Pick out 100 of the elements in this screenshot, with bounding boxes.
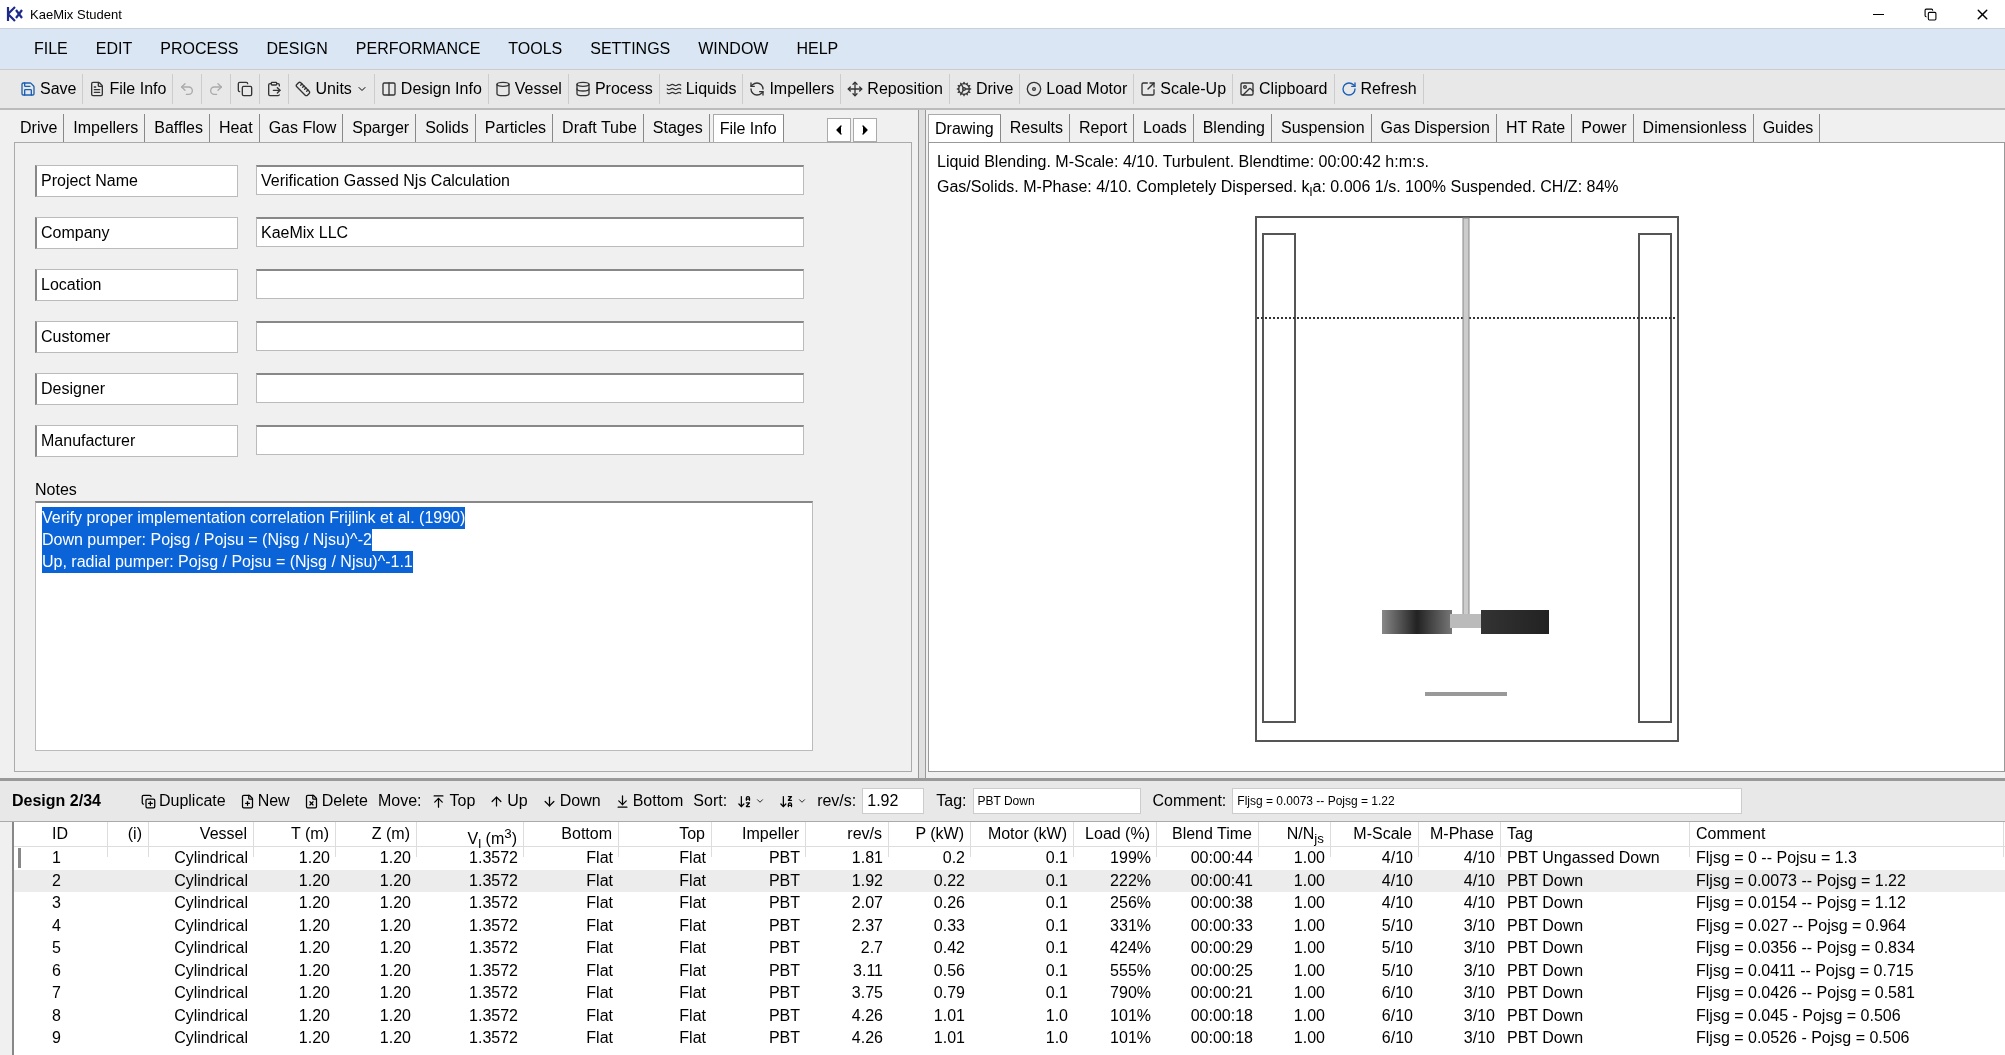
table-cell-text: 2.37: [850, 915, 884, 936]
table-cell-text: 6/10: [1380, 1028, 1414, 1048]
toolbar-button[interactable]: Duplicate: [136, 792, 230, 810]
input-field[interactable]: [256, 373, 804, 403]
menu-item[interactable]: PERFORMANCE: [341, 40, 495, 58]
tab[interactable]: Drawing: [928, 114, 1001, 142]
table-cell-text: PBT Down: [1506, 1005, 1585, 1026]
table-cell-text: 2: [51, 870, 62, 891]
table-cell-text: 1.3572: [468, 938, 519, 958]
table-cell-text: 00:00:21: [1189, 983, 1254, 1003]
menu-item[interactable]: EDIT: [81, 40, 147, 58]
toolbar-button[interactable]: Drive: [949, 74, 1021, 104]
toolbar-button[interactable]: Reposition: [841, 74, 950, 104]
notes-field[interactable]: Verify proper implementation correlation Frijlink et al. (1990) Down pumper: Pojsg / Pojsu = (Njsg / Njsu)^-2 Up, radial pumper: Pojsg / Pojsu = (Njsg / Njsu)^-1.1: [35, 501, 813, 751]
toolbar-button[interactable]: Liquids: [659, 74, 744, 104]
table-cell-text: Fljsg = 0.027 -- Pojsg = 0.964: [1695, 915, 1907, 936]
comment-label: Comment:: [1152, 792, 1227, 810]
table-cell-text: 1.00: [1292, 960, 1326, 981]
refresh-icon: [1340, 81, 1357, 97]
table-cell-text: 1.3572: [468, 983, 519, 1003]
input-field[interactable]: [256, 321, 804, 351]
toolbar-button[interactable]: Save: [14, 74, 84, 104]
tab[interactable]: File Info: [712, 114, 784, 142]
table-cell-text: 1.00: [1292, 915, 1326, 936]
database-icon: [574, 81, 591, 97]
table-cell-text: 1.3572: [468, 1005, 519, 1026]
table-cell-text: PBT: [767, 870, 801, 891]
toolbar-button[interactable]: Bottom: [610, 792, 688, 810]
toolbar-button[interactable]: Units: [289, 74, 375, 104]
table-cell-text: 00:00:38: [1189, 893, 1254, 913]
table-cell-text: 1.20: [297, 1005, 331, 1026]
table-cell-text: 3/10: [1462, 960, 1496, 981]
toolbar-button[interactable]: Delete: [299, 792, 372, 810]
menu-item[interactable]: HELP: [782, 40, 853, 58]
table-cell-text: 5: [51, 938, 62, 958]
rev-label: rev/s:: [817, 792, 857, 810]
input-field[interactable]: [256, 425, 804, 455]
table-row[interactable]: 2 Cylindrical 1.20 1.20 1.3572 Flat Flat PBT 1.92 0.22 0.1 222% 00:00:41 1.00 4/10 4/10 PBT Down Fljsg = 0.0073 -- Pojsg = 1.22: [14, 869, 2005, 892]
toolbar-button[interactable]: Load Motor: [1020, 74, 1135, 104]
table-cell-text: 1.00: [1292, 938, 1326, 958]
comment-input-field[interactable]: Fljsg = 0.0073 -- Pojsg = 1.22: [1232, 788, 1743, 814]
table-cell-text: PBT: [767, 960, 801, 981]
tag-input-field[interactable]: PBT Down: [972, 788, 1141, 814]
sort-ascending-icon: [737, 793, 753, 809]
move-label: Move:: [377, 792, 422, 810]
input-field[interactable]: [256, 269, 804, 299]
table-cell-text: Cylindrical: [173, 915, 249, 936]
table-cell-text: 222%: [1109, 870, 1152, 891]
table-cell-text: 3: [51, 893, 62, 913]
table-cell-text: 101%: [1109, 1005, 1152, 1026]
toolbar-button[interactable]: Down: [537, 792, 605, 810]
table-cell-text: Cylindrical: [173, 938, 249, 958]
table-cell-text: 3.75: [850, 983, 884, 1003]
waves-icon: [665, 81, 682, 97]
toolbar-button[interactable]: File Info: [83, 74, 174, 104]
toolbar-button[interactable]: Scale-Up: [1134, 74, 1234, 104]
toolbar-button[interactable]: Clipboard: [1233, 74, 1335, 104]
table-cell-text: Fljsg = 0.0411 -- Pojsg = 0.715: [1695, 960, 1915, 981]
input-field[interactable]: Verification Gassed Njs Calculation: [256, 165, 804, 195]
table-cell-text: PBT Down: [1506, 1028, 1585, 1048]
table-cell-text: 0.1: [1044, 938, 1069, 958]
table-cell-text: 1.20: [297, 893, 331, 913]
table-cell-text: 0.1: [1044, 983, 1069, 1003]
input-field[interactable]: KaeMix LLC: [256, 217, 804, 247]
table-cell-text: 1.3572: [468, 1028, 519, 1048]
table-cell-text: Flat: [585, 983, 614, 1003]
menu-item[interactable]: WINDOW: [684, 40, 783, 58]
menu-item[interactable]: DESIGN: [252, 40, 342, 58]
table-cell-text: Flat: [585, 915, 614, 936]
menu-item[interactable]: SETTINGS: [576, 40, 685, 58]
table-cell-text: Fljsg = 0.0356 -- Pojsg = 0.834: [1695, 938, 1916, 958]
table-cell-text: Flat: [678, 960, 707, 981]
table-cell-text: 1.3572: [468, 870, 519, 891]
toolbar-button[interactable]: Vessel: [488, 74, 569, 104]
toolbar-button[interactable]: New: [235, 792, 294, 810]
table-cell-text: 1.0: [1044, 1005, 1069, 1026]
toolbar-button[interactable]: Refresh: [1334, 74, 1424, 104]
table-cell-text: PBT: [767, 983, 801, 1003]
table-cell-text: PBT Down: [1506, 893, 1585, 913]
rev-input-field[interactable]: 1.92: [862, 788, 925, 814]
toolbar-button[interactable]: Top: [427, 792, 480, 810]
table-cell-text: 6/10: [1380, 1005, 1414, 1026]
scroll-right-button[interactable]: [852, 118, 877, 142]
toolbar-button[interactable]: Up: [485, 792, 532, 810]
toolbar-button[interactable]: Design Info: [374, 74, 489, 104]
caret-icon: [797, 796, 808, 806]
table-cell-text: 0.79: [932, 983, 966, 1003]
table-cell-text: 3/10: [1462, 1005, 1496, 1026]
toolbar-button[interactable]: Impellers: [743, 74, 842, 104]
duplicate-icon: [140, 793, 156, 809]
table-cell-text: Flat: [678, 893, 707, 913]
scroll-left-button[interactable]: [826, 118, 851, 142]
menu-item[interactable]: FILE: [20, 40, 82, 58]
menu-item[interactable]: TOOLS: [494, 40, 577, 58]
menu-item[interactable]: PROCESS: [146, 40, 253, 58]
table-cell-text: 1.20: [378, 1005, 412, 1026]
toolbar-button[interactable]: Process: [568, 74, 660, 104]
table-cell-text: PBT: [767, 893, 801, 913]
table-cell-text: 4.26: [850, 1028, 884, 1048]
table-cell-text: 1.01: [932, 1028, 966, 1048]
